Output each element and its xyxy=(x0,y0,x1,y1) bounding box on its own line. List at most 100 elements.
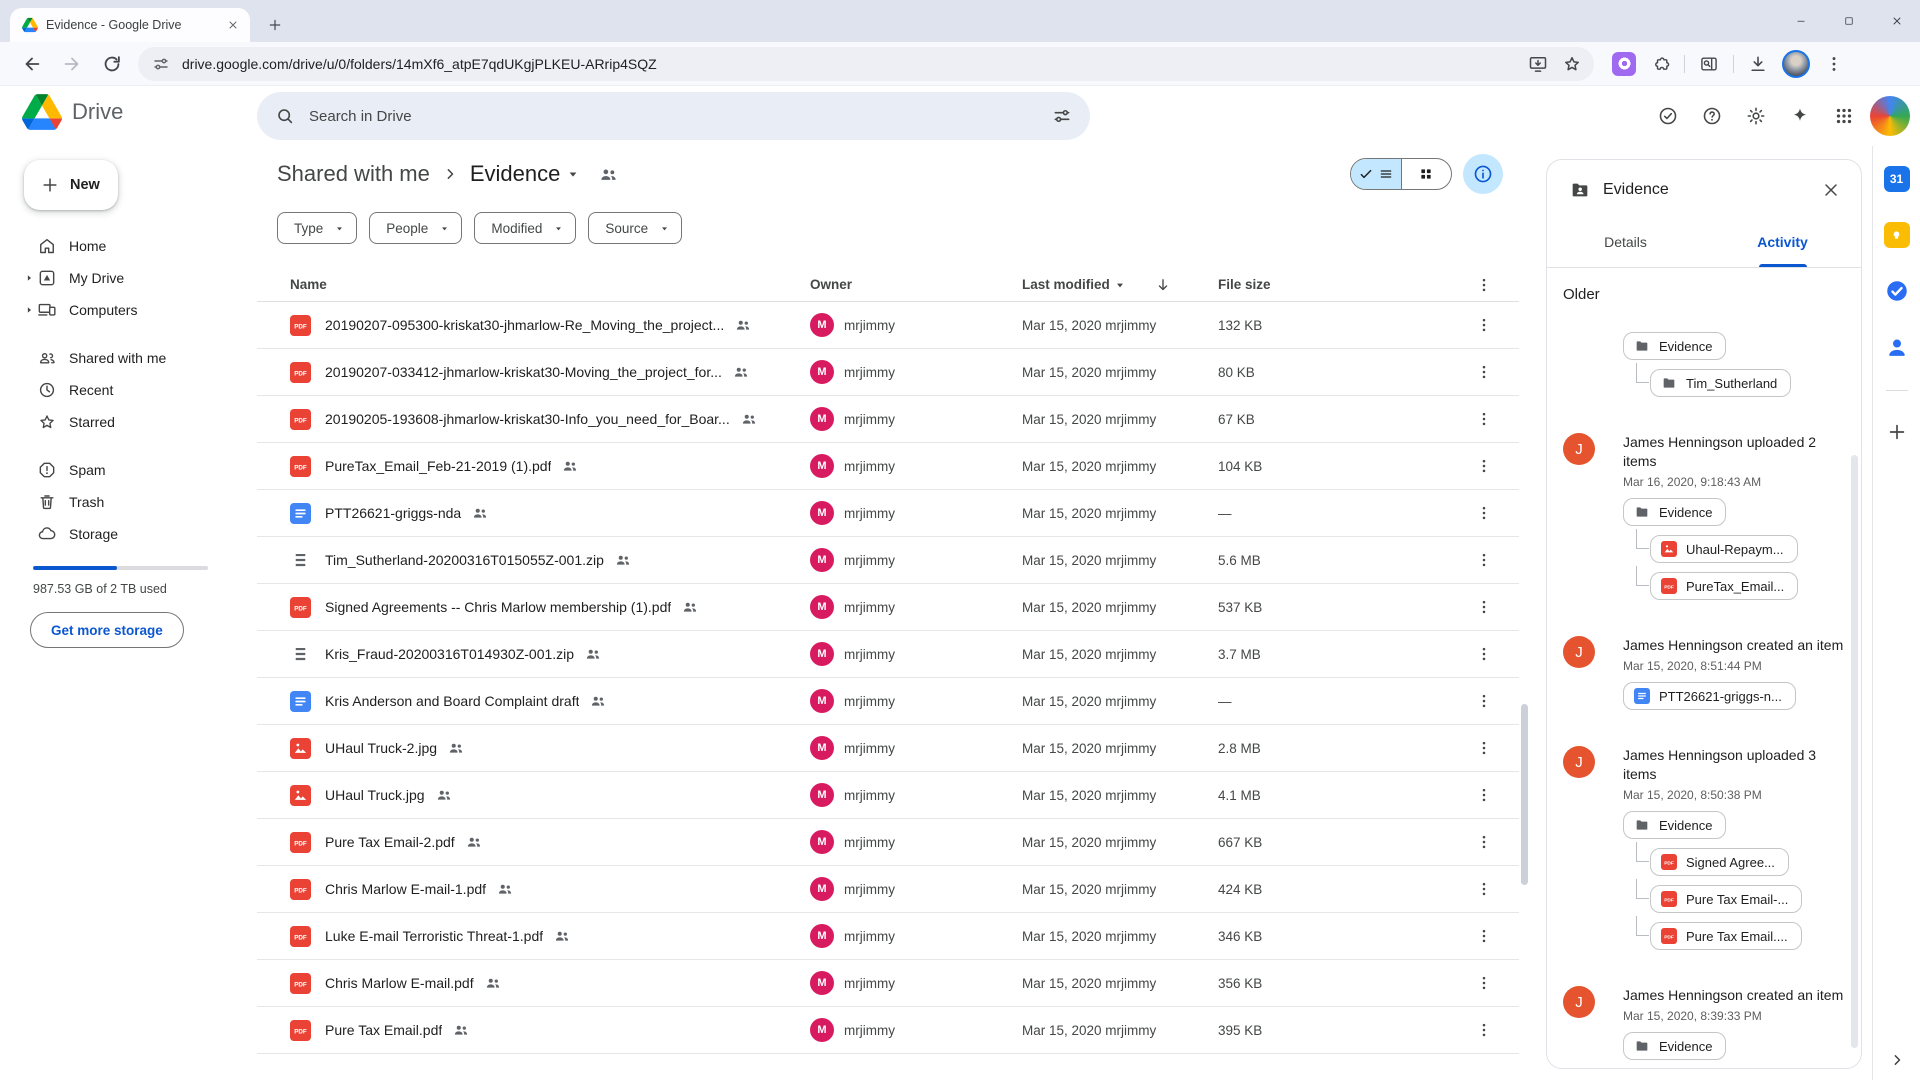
activity-item-chip[interactable]: PTT26621-griggs-n... xyxy=(1623,682,1796,710)
table-row[interactable]: PDF Signed Agreements -- Chris Marlow me… xyxy=(257,584,1519,631)
forward-icon[interactable] xyxy=(61,53,83,75)
gemini-sparkle-icon[interactable] xyxy=(1789,105,1811,127)
more-options-icon[interactable] xyxy=(1475,833,1493,851)
sidebar-item-computers[interactable]: Computers xyxy=(0,294,233,326)
activity-item-chip[interactable]: Evidence xyxy=(1623,1032,1726,1060)
filter-chip-source[interactable]: Source xyxy=(588,212,682,244)
more-options-icon[interactable] xyxy=(1475,692,1493,710)
list-view-toggle[interactable] xyxy=(1351,159,1401,189)
extensions-icon[interactable] xyxy=(1650,54,1670,74)
new-button[interactable]: New xyxy=(24,160,118,210)
table-row[interactable]: Kris_Fraud-20200316T014930Z-001.zip M mr… xyxy=(257,631,1519,678)
offline-status-icon[interactable] xyxy=(1657,105,1679,127)
more-options-icon[interactable] xyxy=(1475,598,1493,616)
downloads-icon[interactable] xyxy=(1748,54,1768,74)
filter-chip-people[interactable]: People xyxy=(369,212,462,244)
activity-item-chip[interactable]: Evidence xyxy=(1623,811,1726,839)
sidebar-item-trash[interactable]: Trash xyxy=(0,486,233,518)
more-options-icon[interactable] xyxy=(1475,410,1493,428)
browser-menu-icon[interactable] xyxy=(1824,54,1844,74)
more-options-icon[interactable] xyxy=(1475,276,1493,294)
settings-gear-icon[interactable] xyxy=(1745,105,1767,127)
table-row[interactable]: Kris Anderson and Board Complaint draft … xyxy=(257,678,1519,725)
activity-item-chip[interactable]: PDF PureTax_Email... xyxy=(1650,572,1798,600)
sort-direction-icon[interactable] xyxy=(1154,276,1172,294)
tab-close-icon[interactable] xyxy=(224,16,242,34)
sidebar-item-starred[interactable]: Starred xyxy=(0,406,233,438)
more-options-icon[interactable] xyxy=(1475,927,1493,945)
activity-item-chip[interactable]: Evidence xyxy=(1623,498,1726,526)
drive-logo[interactable]: Drive xyxy=(22,94,123,130)
table-row[interactable]: PTT26621-griggs-nda M mrjimmy Mar 15, 20… xyxy=(257,490,1519,537)
back-icon[interactable] xyxy=(21,53,43,75)
table-row[interactable]: UHaul Truck.jpg M mrjimmy Mar 15, 2020 m… xyxy=(257,772,1519,819)
table-row[interactable]: PDF 20190207-033412-jhmarlow-kriskat30-M… xyxy=(257,349,1519,396)
more-options-icon[interactable] xyxy=(1475,1021,1493,1039)
more-options-icon[interactable] xyxy=(1475,504,1493,522)
url-bar[interactable]: drive.google.com/drive/u/0/folders/14mXf… xyxy=(138,47,1594,81)
more-options-icon[interactable] xyxy=(1475,880,1493,898)
help-icon[interactable] xyxy=(1701,105,1723,127)
activity-item-chip[interactable]: PDF Pure Tax Email-... xyxy=(1650,885,1802,913)
sidebar-item-storage[interactable]: Storage xyxy=(0,518,233,550)
activity-item-chip[interactable]: Evidence xyxy=(1623,332,1726,360)
tasks-icon[interactable] xyxy=(1884,278,1910,304)
new-tab-button[interactable] xyxy=(262,12,288,38)
breadcrumb-current[interactable]: Evidence xyxy=(470,161,583,187)
expand-chevron-icon[interactable] xyxy=(22,271,36,285)
more-options-icon[interactable] xyxy=(1475,316,1493,334)
keep-icon[interactable] xyxy=(1884,222,1910,248)
activity-item-chip[interactable]: PDF Pure Tax Email.... xyxy=(1650,922,1802,950)
table-row[interactable]: Tim_Sutherland-20200316T015055Z-001.zip … xyxy=(257,537,1519,584)
more-options-icon[interactable] xyxy=(1475,645,1493,663)
bookmark-star-icon[interactable] xyxy=(1562,54,1582,74)
sidebar-item-home[interactable]: Home xyxy=(0,230,233,262)
side-panel-search-icon[interactable] xyxy=(1699,54,1719,74)
browser-tab[interactable]: Evidence - Google Drive xyxy=(10,8,250,42)
google-apps-grid-icon[interactable] xyxy=(1833,105,1855,127)
calendar-icon[interactable]: 31 xyxy=(1884,166,1910,192)
breadcrumb-parent[interactable]: Shared with me xyxy=(277,161,430,187)
table-row[interactable]: PDF 20190205-193608-jhmarlow-kriskat30-I… xyxy=(257,396,1519,443)
activity-item-chip[interactable]: Tim_Sutherland xyxy=(1650,369,1791,397)
column-owner[interactable]: Owner xyxy=(810,277,1022,292)
more-options-icon[interactable] xyxy=(1475,457,1493,475)
grid-view-toggle[interactable] xyxy=(1401,159,1452,189)
add-addon-icon[interactable] xyxy=(1886,421,1908,443)
browser-profile-avatar[interactable] xyxy=(1782,50,1810,78)
contacts-icon[interactable] xyxy=(1884,334,1910,360)
activity-item-chip[interactable]: PDF Signed Agree... xyxy=(1650,848,1789,876)
column-size[interactable]: File size xyxy=(1218,277,1360,292)
table-row[interactable]: PDF Chris Marlow E-mail-1.pdf M mrjimmy … xyxy=(257,866,1519,913)
sidebar-item-spam[interactable]: Spam xyxy=(0,454,233,486)
minimize-icon[interactable] xyxy=(1792,12,1810,30)
get-more-storage-button[interactable]: Get more storage xyxy=(30,612,184,648)
reload-icon[interactable] xyxy=(101,53,123,75)
more-options-icon[interactable] xyxy=(1475,786,1493,804)
advanced-search-icon[interactable] xyxy=(1052,106,1072,126)
close-window-icon[interactable] xyxy=(1888,12,1906,30)
close-panel-button[interactable] xyxy=(1811,170,1851,210)
filter-chip-modified[interactable]: Modified xyxy=(474,212,576,244)
table-row[interactable]: PDF Pure Tax Email-2.pdf M mrjimmy Mar 1… xyxy=(257,819,1519,866)
search-icon[interactable] xyxy=(275,106,295,126)
file-list-scrollbar[interactable] xyxy=(1521,704,1528,885)
more-options-icon[interactable] xyxy=(1475,974,1493,992)
tab-activity[interactable]: Activity xyxy=(1704,216,1861,267)
sidebar-item-shared-with-me[interactable]: Shared with me xyxy=(0,342,233,374)
details-info-button[interactable] xyxy=(1463,154,1503,194)
table-row[interactable]: UHaul Truck-2.jpg M mrjimmy Mar 15, 2020… xyxy=(257,725,1519,772)
table-row[interactable]: PDF Luke E-mail Terroristic Threat-1.pdf… xyxy=(257,913,1519,960)
table-row[interactable]: PDF 20190207-095300-kriskat30-jhmarlow-R… xyxy=(257,302,1519,349)
table-row[interactable]: PDF PureTax_Email_Feb-21-2019 (1).pdf M … xyxy=(257,443,1519,490)
screenshot-extension-icon[interactable] xyxy=(1612,52,1636,76)
search-input[interactable]: Search in Drive xyxy=(257,92,1090,140)
sidebar-item-my-drive[interactable]: My Drive xyxy=(0,262,233,294)
filter-chip-type[interactable]: Type xyxy=(277,212,357,244)
expand-chevron-icon[interactable] xyxy=(22,303,36,317)
account-avatar[interactable] xyxy=(1870,96,1910,136)
table-row[interactable]: PDF Chris Marlow E-mail.pdf M mrjimmy Ma… xyxy=(257,960,1519,1007)
column-name[interactable]: Name xyxy=(290,277,810,292)
column-modified[interactable]: Last modified xyxy=(1022,276,1218,294)
panel-scrollbar[interactable] xyxy=(1851,455,1858,1048)
